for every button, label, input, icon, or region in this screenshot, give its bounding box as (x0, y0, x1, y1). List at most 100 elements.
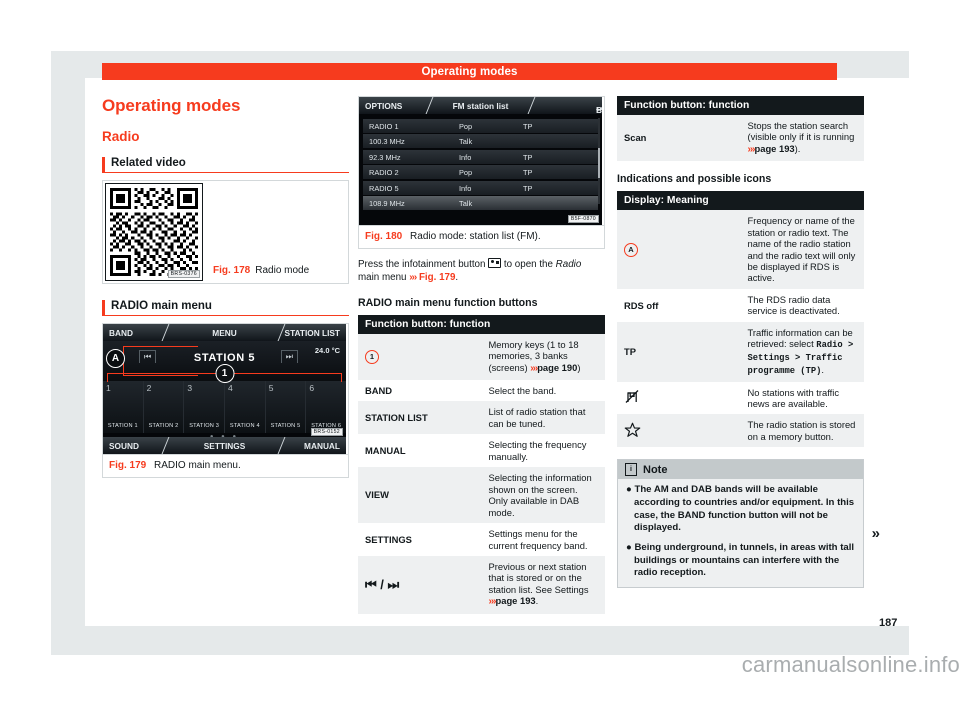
screen-button-options[interactable]: OPTIONS (365, 101, 402, 111)
preset-number: 1 (106, 383, 111, 393)
intro-end: . (455, 272, 459, 284)
figure-178: BRS-0376 Fig. 178 Radio mode (102, 180, 349, 284)
station-name: RADIO 2 (369, 168, 399, 177)
station-list-row-selected[interactable]: 108.9 MHz Talk (363, 196, 598, 210)
figure-179-caption-text: RADIO main menu. (154, 460, 241, 471)
screen-next-station-icon[interactable]: ⏭ (280, 350, 298, 363)
row-key: A (617, 210, 741, 289)
preset-label: STATION 2 (148, 423, 179, 429)
page-number: 187 (879, 617, 898, 629)
table-header-row: Function button: function (617, 96, 864, 115)
table-row: TP Traffic information can be retrieved:… (617, 321, 864, 382)
station-genre: Talk (459, 137, 473, 146)
row-desc-text: Stops the station search (visible only i… (747, 120, 855, 143)
qr-code-image: BRS-0376 (105, 183, 203, 281)
screen-button-station-list[interactable]: STATION LIST (285, 328, 340, 338)
station-genre: Info (459, 152, 472, 162)
scrollbar-thumb[interactable] (598, 148, 600, 178)
station-genre: Pop (459, 121, 473, 131)
intro-text-3: main menu (358, 272, 407, 284)
row-desc-text: Previous or next station that is stored … (488, 561, 589, 595)
table-row: 1 Memory keys (1 to 18 memories, 3 banks… (358, 333, 605, 380)
heading-related-video: Related video (102, 157, 349, 173)
preset-number: 5 (268, 383, 274, 393)
infotainment-station-list-screen: OPTIONS FM station list BACK ↩ RADIO 1 P… (359, 97, 602, 225)
row-key: ⏮ / ⏭ (358, 556, 482, 614)
cross-ref-page-193[interactable]: page 193 (496, 595, 536, 606)
prev-next-station-icon: ⏮ / ⏭ (365, 576, 400, 592)
figure-179-number: Fig. 179 (109, 460, 147, 471)
row-desc: Frequency or name of the station or radi… (740, 210, 864, 289)
qr-code-svg (110, 188, 198, 276)
station-list-row[interactable]: RADIO 1 Pop TP (363, 118, 598, 133)
preset-button[interactable]: 4 STATION 4 (225, 381, 266, 433)
watermark: carmanualsonline.info (741, 652, 960, 677)
back-arrow-icon: ↩ (596, 105, 602, 114)
heading-function-buttons: RADIO main menu function buttons (358, 296, 538, 309)
preset-button[interactable]: 5 STATION 5 (265, 381, 307, 433)
station-list-row[interactable]: 100.3 MHz Talk (363, 134, 598, 148)
figure-180-caption: Fig. 180 Radio mode: station list (FM). (359, 225, 604, 248)
column-right: Function button: function Scan Stops the… (617, 96, 880, 588)
page-title: Operating modes (102, 96, 241, 115)
note-item: ● The AM and DAB bands will be available… (626, 484, 855, 534)
row-desc: Traffic information can be retrieved: se… (740, 321, 864, 382)
row-key (617, 414, 741, 448)
station-name: RADIO 5 (369, 183, 399, 193)
row-key: BAND (358, 379, 482, 402)
page-header-title: Operating modes (421, 65, 518, 78)
figure-178-number: Fig. 178 (213, 265, 251, 276)
row-desc: Select the band. (481, 379, 605, 402)
intro-text-2: to open the (503, 259, 553, 270)
preset-button[interactable]: 3 STATION 3 (184, 381, 226, 433)
note-body: ● The AM and DAB bands will be available… (618, 479, 863, 587)
preset-number: 4 (228, 383, 233, 393)
preset-label: STATION 3 (189, 423, 220, 429)
intro-text-1: Press the infotainment button (358, 259, 486, 270)
station-list-row[interactable]: RADIO 5 Info TP (363, 180, 598, 195)
figure-179-caption: Fig. 179 RADIO main menu. (103, 454, 348, 477)
table-row: VIEW Selecting the information shown on … (358, 467, 605, 524)
screen-button-manual[interactable]: MANUAL (304, 441, 340, 451)
station-list-row[interactable]: RADIO 2 Pop TP (363, 165, 598, 179)
row-desc: Settings menu for the current frequency … (481, 523, 605, 556)
cross-ref-arrows-icon: ››› (747, 143, 756, 155)
row-key: VIEW (358, 467, 482, 524)
three-column-layout: Operating modes Radio Related video BRS-… (102, 96, 880, 616)
row-desc-post: . (821, 363, 825, 375)
row-key: 1 (358, 333, 482, 380)
screen-button-settings[interactable]: SETTINGS (204, 441, 246, 451)
preset-label: STATION 5 (270, 423, 301, 429)
preset-button[interactable]: 2 STATION 2 (143, 381, 185, 433)
station-tp-flag: TP (523, 183, 533, 193)
figure-178-caption: Fig. 178 Radio mode (205, 181, 348, 283)
station-tp-flag: TP (523, 121, 533, 131)
row-desc: Stops the station search (visible only i… (740, 115, 864, 162)
screen-button-band[interactable]: BAND (109, 328, 133, 338)
preset-button[interactable]: 1 STATION 1 (103, 381, 144, 433)
table-display-meaning: Display: Meaning A Frequency or name of … (617, 191, 864, 448)
cross-ref-page-190[interactable]: page 190 (537, 362, 577, 373)
row-desc: Selecting the information shown on the s… (481, 467, 605, 524)
figure-code-tag: BRS-0152 (310, 428, 343, 436)
row-key: TP (617, 321, 741, 382)
row-desc: The radio station is stored on a memory … (740, 414, 864, 448)
figure-180-number: Fig. 180 (365, 231, 403, 242)
station-list-row[interactable]: 92.3 MHz Info TP (363, 149, 598, 164)
column-left: Operating modes Radio Related video BRS-… (102, 96, 349, 478)
screen-button-sound[interactable]: SOUND (109, 441, 139, 451)
cross-ref-page-193[interactable]: page 193 (755, 143, 795, 154)
screen-button-menu[interactable]: MENU (212, 328, 236, 338)
heading-radio-main-menu: RADIO main menu (102, 300, 349, 316)
figure-178-caption-text: Radio mode (255, 265, 310, 276)
preset-button[interactable]: 6 STATION 6 (306, 381, 346, 433)
station-tp-flag: TP (523, 168, 533, 177)
no-traffic-news-icon (625, 390, 639, 404)
table-row: The radio station is stored on a memory … (617, 414, 864, 448)
cross-ref-fig-179[interactable]: Fig. 179 (419, 272, 455, 283)
intro-paragraph: Press the infotainment button to open th… (358, 258, 605, 285)
circle-number-icon: 1 (365, 349, 379, 364)
note-header: i Note (618, 460, 863, 480)
row-key: STATION LIST (358, 401, 482, 435)
preset-number: 3 (187, 383, 193, 393)
